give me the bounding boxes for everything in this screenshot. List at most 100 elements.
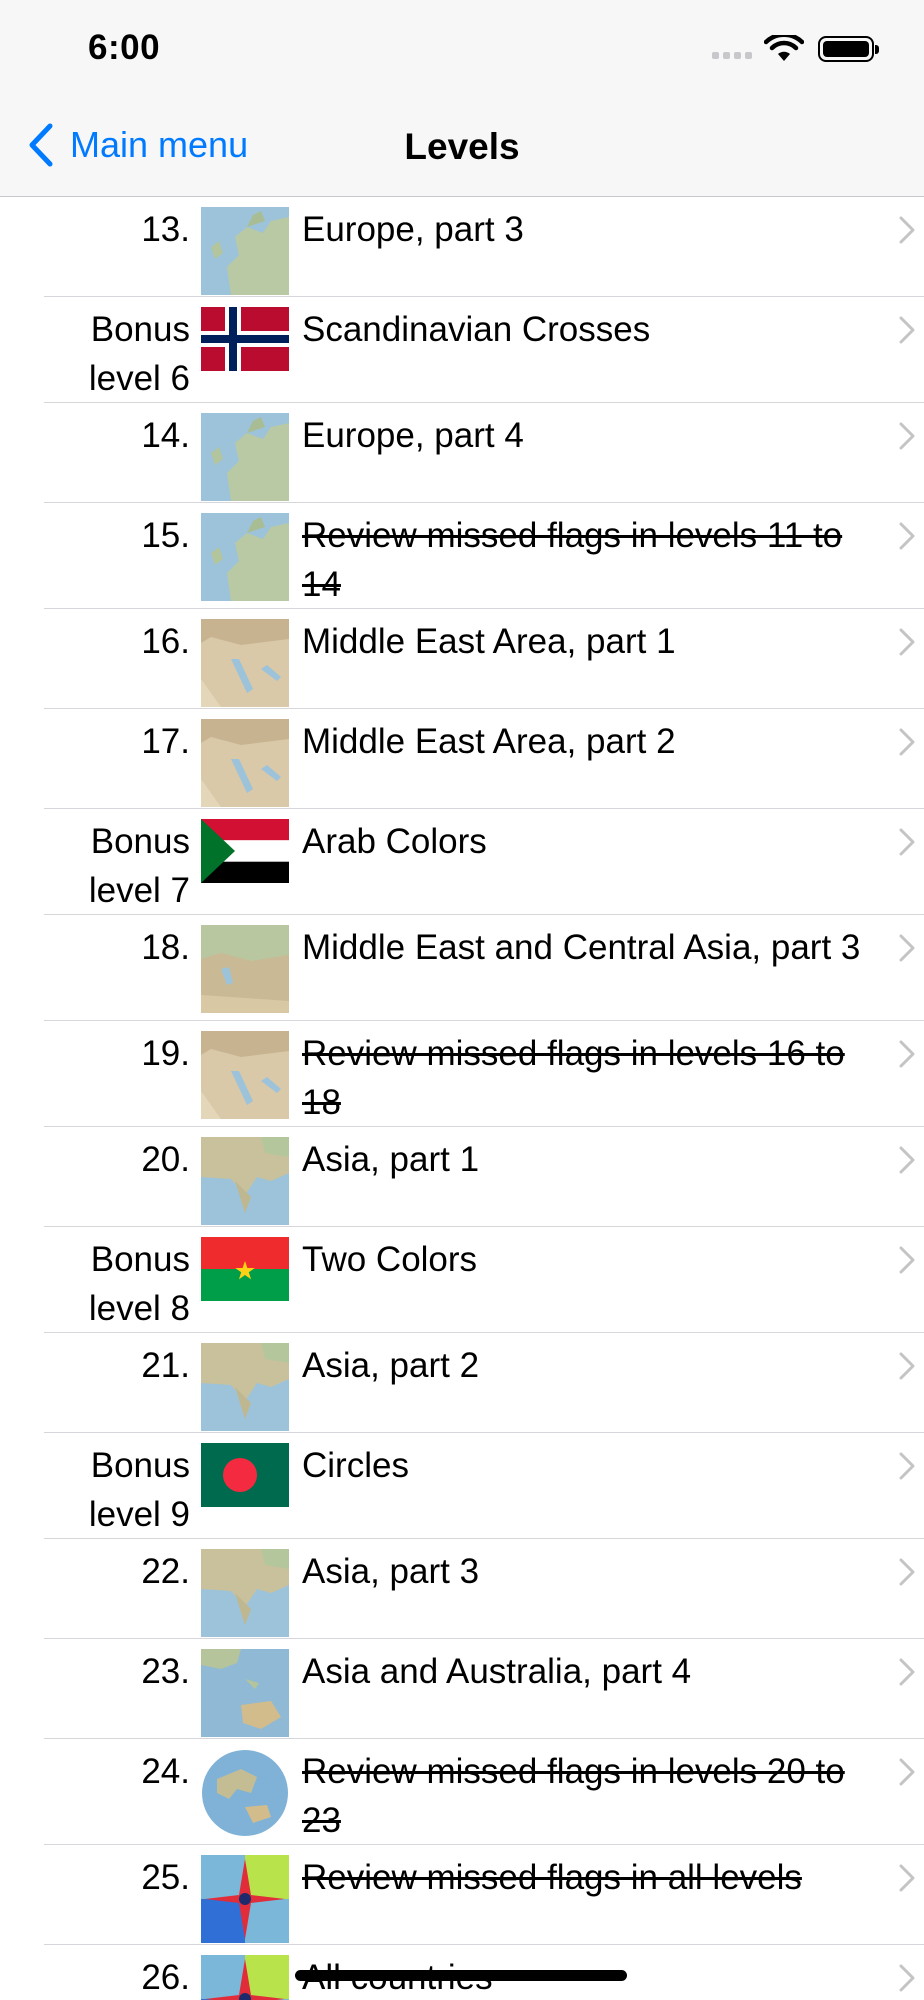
map-europe-icon: [201, 207, 289, 295]
level-title: Review missed flags in levels 16 to 18: [302, 1034, 845, 1122]
list-item[interactable]: 19. Review missed flags in levels 16 to 1…: [44, 1021, 924, 1127]
level-title: Middle East Area, part 2: [302, 722, 676, 761]
level-title: Review missed flags in levels 20 to 23: [302, 1752, 845, 1840]
chevron-right-icon: [899, 216, 915, 244]
flag-sudan-icon: [201, 819, 289, 883]
list-item-content: 17. Middle East Area, part 2: [0, 709, 924, 808]
list-item[interactable]: 23. Asia and Australia, part 4: [44, 1639, 924, 1739]
level-title: Asia and Australia, part 4: [302, 1652, 692, 1691]
list-item[interactable]: 22. Asia, part 3: [44, 1539, 924, 1639]
list-item[interactable]: 17. Middle East Area, part 2: [44, 709, 924, 809]
chevron-right-icon: [899, 1246, 915, 1274]
list-item-content: Bonus level 9 Circles: [0, 1433, 924, 1538]
list-item-content: 15. Review missed flags in levels 11 to 1…: [0, 503, 924, 608]
list-item[interactable]: 20. Asia, part 1: [44, 1127, 924, 1227]
level-title: Scandinavian Crosses: [302, 310, 651, 349]
map-middle-east-icon: [201, 1031, 289, 1119]
level-title: Europe, part 4: [302, 416, 524, 455]
list-item[interactable]: Bonus level 8 Two Colors: [44, 1227, 924, 1333]
chevron-right-icon: [899, 316, 915, 344]
level-title: Two Colors: [302, 1240, 478, 1279]
navigation-bar: Main menu Levels: [0, 100, 924, 197]
chevron-right-icon: [899, 1558, 915, 1586]
level-number: 20.: [141, 1140, 190, 1179]
list-item-content: 23. Asia and Australia, part 4: [0, 1639, 924, 1738]
map-middle-east-icon: [201, 619, 289, 707]
list-item-content: 13. Europe, part 3: [0, 197, 924, 296]
level-title: Europe, part 3: [302, 210, 524, 249]
list-item-content: 16. Middle East Area, part 1: [0, 609, 924, 708]
compass-map-icon: [201, 1955, 289, 2000]
list-item-content: 24. Review missed flags in levels 20 to 2…: [0, 1739, 924, 1844]
list-item-content: 14. Europe, part 4: [0, 403, 924, 502]
level-title: Asia, part 3: [302, 1552, 480, 1591]
list-item[interactable]: 21. Asia, part 2: [44, 1333, 924, 1433]
chevron-right-icon: [899, 1352, 915, 1380]
flag-bangladesh-icon: [201, 1443, 289, 1507]
level-title: Arab Colors: [302, 822, 487, 861]
battery-icon: [818, 36, 879, 62]
chevron-right-icon: [899, 522, 915, 550]
chevron-right-icon: [899, 1758, 915, 1786]
chevron-right-icon: [899, 728, 915, 756]
level-number: 22.: [141, 1552, 190, 1591]
level-number: 19.: [141, 1034, 190, 1073]
wifi-icon: [764, 35, 804, 61]
list-item-content: 20. Asia, part 1: [0, 1127, 924, 1226]
map-europe-icon: [201, 513, 289, 601]
level-number: 16.: [141, 622, 190, 661]
level-title: Asia, part 1: [302, 1140, 480, 1179]
chevron-right-icon: [899, 828, 915, 856]
list-item[interactable]: Bonus level 6 Scandinavian Crosses: [44, 297, 924, 403]
list-item-content: 19. Review missed flags in levels 16 to 1…: [0, 1021, 924, 1126]
list-item[interactable]: 16. Middle East Area, part 1: [44, 609, 924, 709]
status-time: 6:00: [88, 28, 161, 67]
level-number: 24.: [141, 1752, 190, 1791]
flag-norway-icon: [201, 307, 289, 371]
map-middle-east-icon: [201, 719, 289, 807]
map-central-asia-icon: [201, 925, 289, 1013]
level-number: 26.: [141, 1958, 190, 1997]
list-item[interactable]: Bonus level 9 Circles: [44, 1433, 924, 1539]
list-item[interactable]: Bonus level 7 Arab Colors: [44, 809, 924, 915]
list-item[interactable]: 18. Middle East and Central Asia, part 3: [44, 915, 924, 1021]
level-title: Review missed flags in all levels: [302, 1858, 802, 1897]
list-item-content: Bonus level 7 Arab Colors: [0, 809, 924, 914]
level-number: 14.: [141, 416, 190, 455]
list-item-content: 22. Asia, part 3: [0, 1539, 924, 1638]
level-title: Middle East and Central Asia, part 3: [302, 928, 861, 967]
map-asia-icon: [201, 1137, 289, 1225]
compass-map-icon: [201, 1855, 289, 1943]
level-number: 21.: [141, 1346, 190, 1385]
chevron-right-icon: [899, 934, 915, 962]
level-number: Bonus level 8: [88, 1240, 190, 1328]
list-item[interactable]: 14. Europe, part 4: [44, 403, 924, 503]
chevron-right-icon: [899, 1864, 915, 1892]
list-item-content: Bonus level 6 Scandinavian Crosses: [0, 297, 924, 402]
flag-burkina-faso-icon: [201, 1237, 289, 1301]
level-number: Bonus level 7: [88, 822, 190, 910]
level-number: 23.: [141, 1652, 190, 1691]
chevron-right-icon: [899, 1040, 915, 1068]
list-item[interactable]: 15. Review missed flags in levels 11 to 1…: [44, 503, 924, 609]
level-title: Middle East Area, part 1: [302, 622, 676, 661]
level-number: 18.: [141, 928, 190, 967]
chevron-right-icon: [899, 1452, 915, 1480]
chevron-right-icon: [899, 422, 915, 450]
list-item-content: 21. Asia, part 2: [0, 1333, 924, 1432]
level-title: Asia, part 2: [302, 1346, 480, 1385]
level-title: Circles: [302, 1446, 409, 1485]
home-indicator[interactable]: [295, 1970, 627, 1981]
list-item[interactable]: 25. Review missed flags in all levels: [44, 1845, 924, 1945]
level-number: Bonus level 9: [88, 1446, 190, 1534]
list-item[interactable]: 24. Review missed flags in levels 20 to 2…: [44, 1739, 924, 1845]
level-number: 25.: [141, 1858, 190, 1897]
chevron-right-icon: [899, 1658, 915, 1686]
map-europe-icon: [201, 413, 289, 501]
page-title: Levels: [404, 126, 520, 167]
list-item[interactable]: 13. Europe, part 3: [44, 197, 924, 297]
chevron-right-icon: [899, 628, 915, 656]
levels-list[interactable]: 13. Europe, part 3 Bonus level 6 Scandinavi…: [0, 197, 924, 2000]
map-asia-icon: [201, 1343, 289, 1431]
chevron-right-icon: [899, 1964, 915, 1992]
